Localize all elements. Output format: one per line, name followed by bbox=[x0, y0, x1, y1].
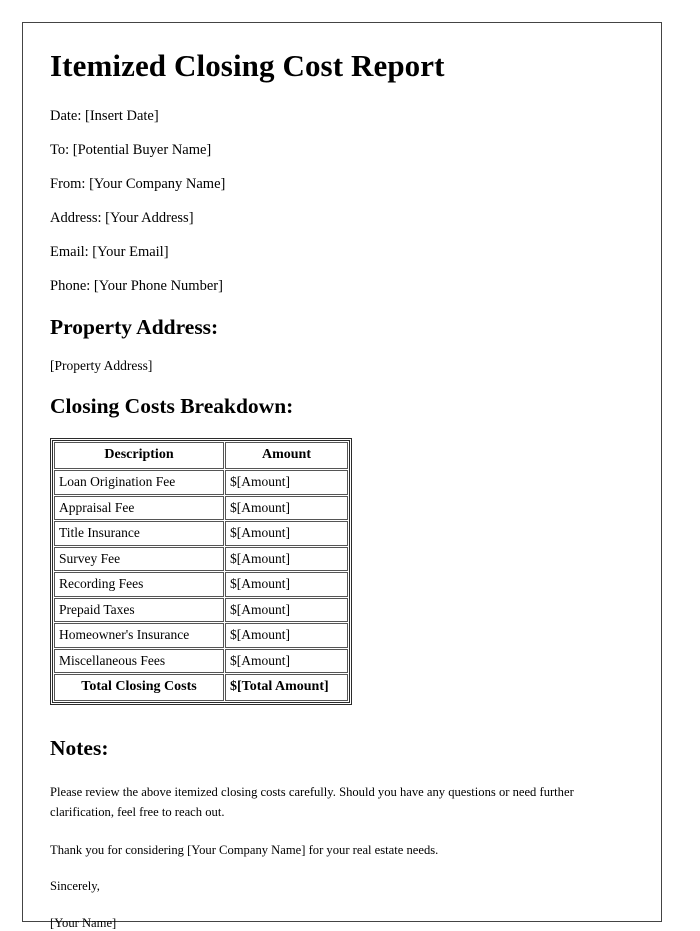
document-body: Itemized Closing Cost Report Date: [Inse… bbox=[23, 23, 661, 931]
cell-amount: $[Amount] bbox=[225, 521, 348, 546]
notes-heading: Notes: bbox=[50, 736, 109, 761]
table-row: Miscellaneous Fees $[Amount] bbox=[54, 648, 348, 674]
sign-off-line: Sincerely, bbox=[50, 879, 100, 894]
closing-costs-table: Description Amount Loan Origination Fee … bbox=[50, 438, 352, 706]
meta-line-date: Date: [Insert Date] bbox=[50, 108, 159, 125]
page-title: Itemized Closing Cost Report bbox=[50, 48, 445, 83]
cell-description: Title Insurance bbox=[54, 521, 224, 546]
cell-amount: $[Amount] bbox=[225, 572, 348, 597]
cell-amount: $[Amount] bbox=[225, 495, 348, 521]
cell-amount: $[Amount] bbox=[225, 623, 348, 648]
table-body: Loan Origination Fee $[Amount] Appraisal… bbox=[54, 470, 348, 702]
cell-total-amount: $[Total Amount] bbox=[225, 674, 348, 702]
meta-line-to: To: [Potential Buyer Name] bbox=[50, 142, 212, 159]
cell-description: Homeowner's Insurance bbox=[54, 623, 224, 648]
cell-amount: $[Amount] bbox=[225, 546, 348, 572]
table-row: Prepaid Taxes $[Amount] bbox=[54, 597, 348, 623]
cell-total-label: Total Closing Costs bbox=[54, 674, 224, 702]
table-total-row: Total Closing Costs $[Total Amount] bbox=[54, 674, 348, 702]
table-head: Description Amount bbox=[54, 442, 348, 470]
cell-description: Recording Fees bbox=[54, 572, 224, 597]
cell-amount: $[Amount] bbox=[225, 470, 348, 495]
meta-line-phone: Phone: [Your Phone Number] bbox=[50, 278, 223, 295]
column-header-amount: Amount bbox=[225, 442, 348, 470]
table-header-row: Description Amount bbox=[54, 442, 348, 470]
notes-paragraph: Please review the above itemized closing… bbox=[50, 785, 574, 819]
closing-costs-heading: Closing Costs Breakdown: bbox=[50, 393, 294, 418]
cell-description: Miscellaneous Fees bbox=[54, 648, 224, 674]
closing-costs-section: Closing Costs Breakdown: Description Amo… bbox=[50, 393, 635, 706]
cell-amount: $[Amount] bbox=[225, 648, 348, 674]
property-address-section: Property Address: [Property Address] bbox=[50, 314, 635, 374]
notes-section: Notes: Please review the above itemized … bbox=[50, 737, 635, 931]
table-row: Survey Fee $[Amount] bbox=[54, 546, 348, 572]
property-address-value: [Property Address] bbox=[50, 358, 153, 374]
document-meta-block: Date: [Insert Date] To: [Potential Buyer… bbox=[50, 109, 635, 294]
table-row: Homeowner's Insurance $[Amount] bbox=[54, 623, 348, 648]
thank-you-line: Thank you for considering [Your Company … bbox=[50, 843, 439, 858]
table-row: Title Insurance $[Amount] bbox=[54, 521, 348, 546]
document-page: Itemized Closing Cost Report Date: [Inse… bbox=[22, 22, 662, 930]
cell-amount: $[Amount] bbox=[225, 597, 348, 623]
cell-description: Appraisal Fee bbox=[54, 495, 224, 521]
meta-line-from: From: [Your Company Name] bbox=[50, 176, 226, 193]
signature-name-line: [Your Name] bbox=[50, 915, 117, 930]
cell-description: Prepaid Taxes bbox=[54, 597, 224, 623]
property-address-heading: Property Address: bbox=[50, 314, 219, 339]
cell-description: Loan Origination Fee bbox=[54, 470, 224, 495]
table-row: Loan Origination Fee $[Amount] bbox=[54, 470, 348, 495]
table-row: Recording Fees $[Amount] bbox=[54, 572, 348, 597]
table-row: Appraisal Fee $[Amount] bbox=[54, 495, 348, 521]
meta-line-address: Address: [Your Address] bbox=[50, 210, 194, 227]
cell-description: Survey Fee bbox=[54, 546, 224, 572]
meta-line-email: Email: [Your Email] bbox=[50, 244, 169, 261]
column-header-description: Description bbox=[54, 442, 224, 470]
